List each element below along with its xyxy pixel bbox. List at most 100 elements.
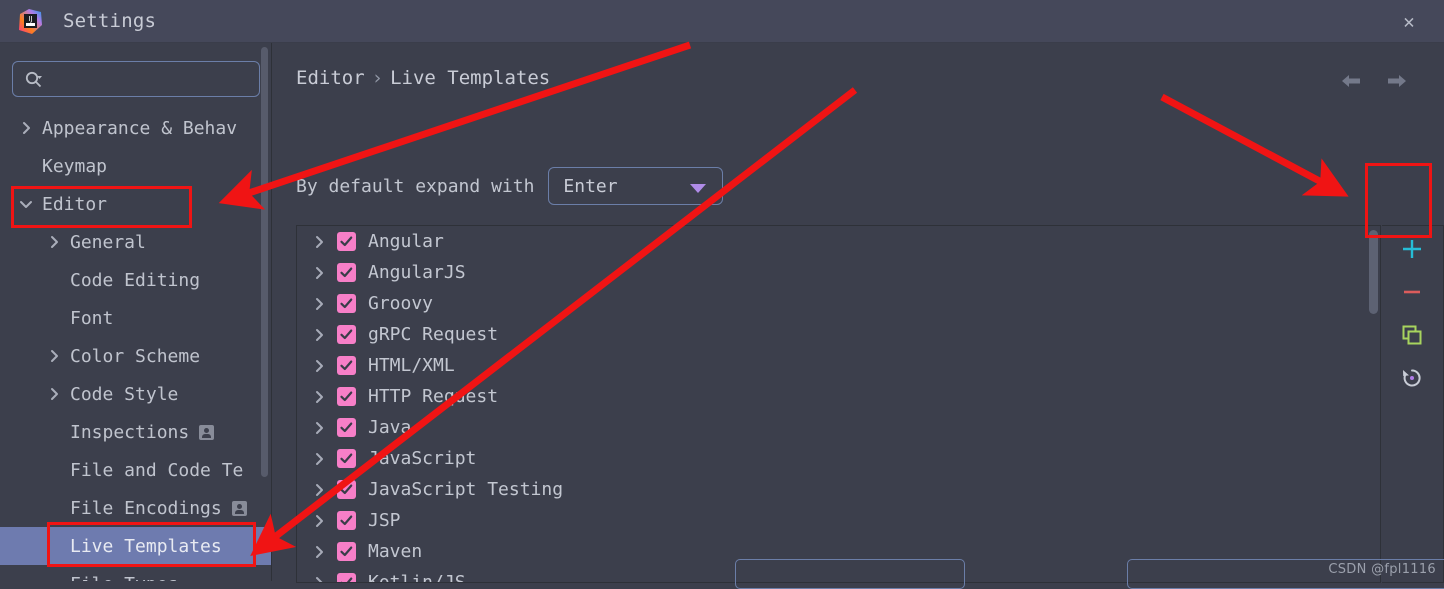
arrow-left-icon[interactable] bbox=[1340, 69, 1366, 93]
sidebar-item-font[interactable]: Font bbox=[0, 299, 271, 337]
window-title: Settings bbox=[63, 10, 157, 32]
sidebar-scrollbar[interactable] bbox=[261, 47, 268, 477]
template-group-label: Angular bbox=[368, 231, 444, 252]
sidebar-item-file-and-code-te[interactable]: File and Code Te bbox=[0, 451, 271, 489]
template-group-row[interactable]: AngularJS bbox=[297, 257, 1380, 288]
sidebar-item-color-scheme[interactable]: Color Scheme bbox=[0, 337, 271, 375]
chevron-down-icon bbox=[18, 196, 34, 212]
project-scope-icon bbox=[231, 500, 247, 516]
sidebar-item-inspections[interactable]: Inspections bbox=[0, 413, 271, 451]
template-rows: Angular AngularJS Groovy gRPC Request HTML/X… bbox=[297, 226, 1380, 583]
sidebar-item-code-editing[interactable]: Code Editing bbox=[0, 261, 271, 299]
svg-text:IJ: IJ bbox=[28, 15, 32, 23]
duplicate-button[interactable] bbox=[1382, 314, 1442, 356]
template-group-label: Maven bbox=[368, 541, 423, 562]
chevron-right-icon bbox=[311, 265, 327, 281]
add-button[interactable] bbox=[1382, 228, 1442, 270]
search-input[interactable] bbox=[51, 62, 255, 98]
sidebar-item-label: Live Templates bbox=[70, 535, 222, 557]
breadcrumb-separator: › bbox=[371, 67, 384, 89]
template-group-label: Java bbox=[368, 417, 412, 438]
template-group-label: AngularJS bbox=[368, 262, 466, 283]
title-bar: IJ Settings ✕ bbox=[0, 0, 1444, 43]
chevron-right-icon bbox=[46, 234, 62, 250]
checkbox[interactable] bbox=[337, 542, 356, 561]
close-icon[interactable]: ✕ bbox=[1398, 11, 1420, 33]
sidebar-item-label: File and Code Te bbox=[70, 459, 244, 481]
template-group-label: JSP bbox=[368, 510, 401, 531]
check-icon bbox=[340, 298, 353, 309]
minus-icon bbox=[1404, 290, 1420, 294]
checkbox[interactable] bbox=[337, 573, 356, 582]
template-group-row[interactable]: JavaScript bbox=[297, 443, 1380, 474]
checkbox[interactable] bbox=[337, 356, 356, 375]
expand-with-value: Enter bbox=[563, 176, 618, 197]
check-icon bbox=[340, 236, 353, 247]
arrow-right-icon[interactable] bbox=[1382, 69, 1408, 93]
sidebar-item-appearance-behav[interactable]: Appearance & Behav bbox=[0, 109, 271, 147]
sidebar-item-general[interactable]: General bbox=[0, 223, 271, 261]
template-group-list[interactable]: Angular AngularJS Groovy gRPC Request HTML/X… bbox=[296, 225, 1381, 583]
chevron-right-icon bbox=[311, 513, 327, 529]
revert-button[interactable] bbox=[1382, 357, 1442, 399]
checkbox[interactable] bbox=[337, 418, 356, 437]
chevron-right-icon bbox=[311, 327, 327, 343]
checkbox[interactable] bbox=[337, 325, 356, 344]
check-icon bbox=[340, 546, 353, 557]
template-group-row[interactable]: JavaScript Testing bbox=[297, 474, 1380, 505]
check-icon bbox=[340, 484, 353, 495]
project-scope-icon bbox=[199, 424, 215, 440]
chevron-right-icon bbox=[18, 120, 34, 136]
checkbox[interactable] bbox=[337, 387, 356, 406]
sidebar-item-editor[interactable]: Editor bbox=[0, 185, 271, 223]
chevron-right-icon bbox=[311, 575, 327, 582]
sidebar-item-label: Code Editing bbox=[70, 269, 201, 291]
breadcrumb: Editor › Live Templates bbox=[296, 67, 550, 89]
template-group-label: JavaScript Testing bbox=[368, 479, 564, 500]
revert-icon bbox=[1403, 369, 1421, 387]
template-group-label: HTML/XML bbox=[368, 355, 455, 376]
checkbox[interactable] bbox=[337, 480, 356, 499]
abbreviation-field[interactable] bbox=[735, 559, 965, 589]
sidebar-item-code-style[interactable]: Code Style bbox=[0, 375, 271, 413]
sidebar-item-file-encodings[interactable]: File Encodings bbox=[0, 489, 271, 527]
template-group-row[interactable]: Groovy bbox=[297, 288, 1380, 319]
intellij-idea-logo-icon: IJ bbox=[17, 8, 44, 35]
sidebar-item-keymap[interactable]: Keymap bbox=[0, 147, 271, 185]
search-icon bbox=[24, 70, 44, 90]
list-scrollbar-track[interactable] bbox=[1368, 226, 1380, 582]
sidebar-item-label: File Encodings bbox=[70, 497, 222, 519]
template-group-label: Kotlin/JS bbox=[368, 572, 466, 583]
template-group-row[interactable]: JSP bbox=[297, 505, 1380, 536]
checkbox[interactable] bbox=[337, 232, 356, 251]
checkbox[interactable] bbox=[337, 294, 356, 313]
checkbox[interactable] bbox=[337, 511, 356, 530]
check-icon bbox=[340, 329, 353, 340]
template-group-row[interactable]: Angular bbox=[297, 226, 1380, 257]
breadcrumb-parent[interactable]: Editor bbox=[296, 67, 365, 89]
sidebar-item-label: Font bbox=[70, 307, 114, 329]
sidebar-item-label: Color Scheme bbox=[70, 345, 201, 367]
check-icon bbox=[340, 422, 353, 433]
watermark: CSDN @fpl1116 bbox=[1328, 562, 1436, 577]
list-scrollbar-thumb[interactable] bbox=[1369, 230, 1378, 314]
sidebar-item-label: File Types bbox=[70, 574, 178, 582]
template-group-row[interactable]: HTML/XML bbox=[297, 350, 1380, 381]
chevron-right-icon bbox=[311, 234, 327, 250]
template-group-row[interactable]: gRPC Request bbox=[297, 319, 1380, 350]
template-group-row[interactable]: Java bbox=[297, 412, 1380, 443]
remove-button[interactable] bbox=[1382, 271, 1442, 313]
list-toolbar bbox=[1382, 225, 1444, 583]
chevron-right-icon bbox=[46, 386, 62, 402]
checkbox[interactable] bbox=[337, 263, 356, 282]
checkbox[interactable] bbox=[337, 449, 356, 468]
check-icon bbox=[340, 515, 353, 526]
chevron-right-icon bbox=[311, 451, 327, 467]
sidebar-item-file-types[interactable]: File Types bbox=[0, 565, 271, 582]
sidebar-item-live-templates[interactable]: Live Templates bbox=[0, 527, 271, 565]
search-box[interactable] bbox=[12, 61, 260, 98]
check-icon bbox=[340, 360, 353, 371]
template-group-row[interactable]: HTTP Request bbox=[297, 381, 1380, 412]
expand-with-select[interactable]: Enter bbox=[548, 167, 724, 205]
check-icon bbox=[340, 391, 353, 402]
